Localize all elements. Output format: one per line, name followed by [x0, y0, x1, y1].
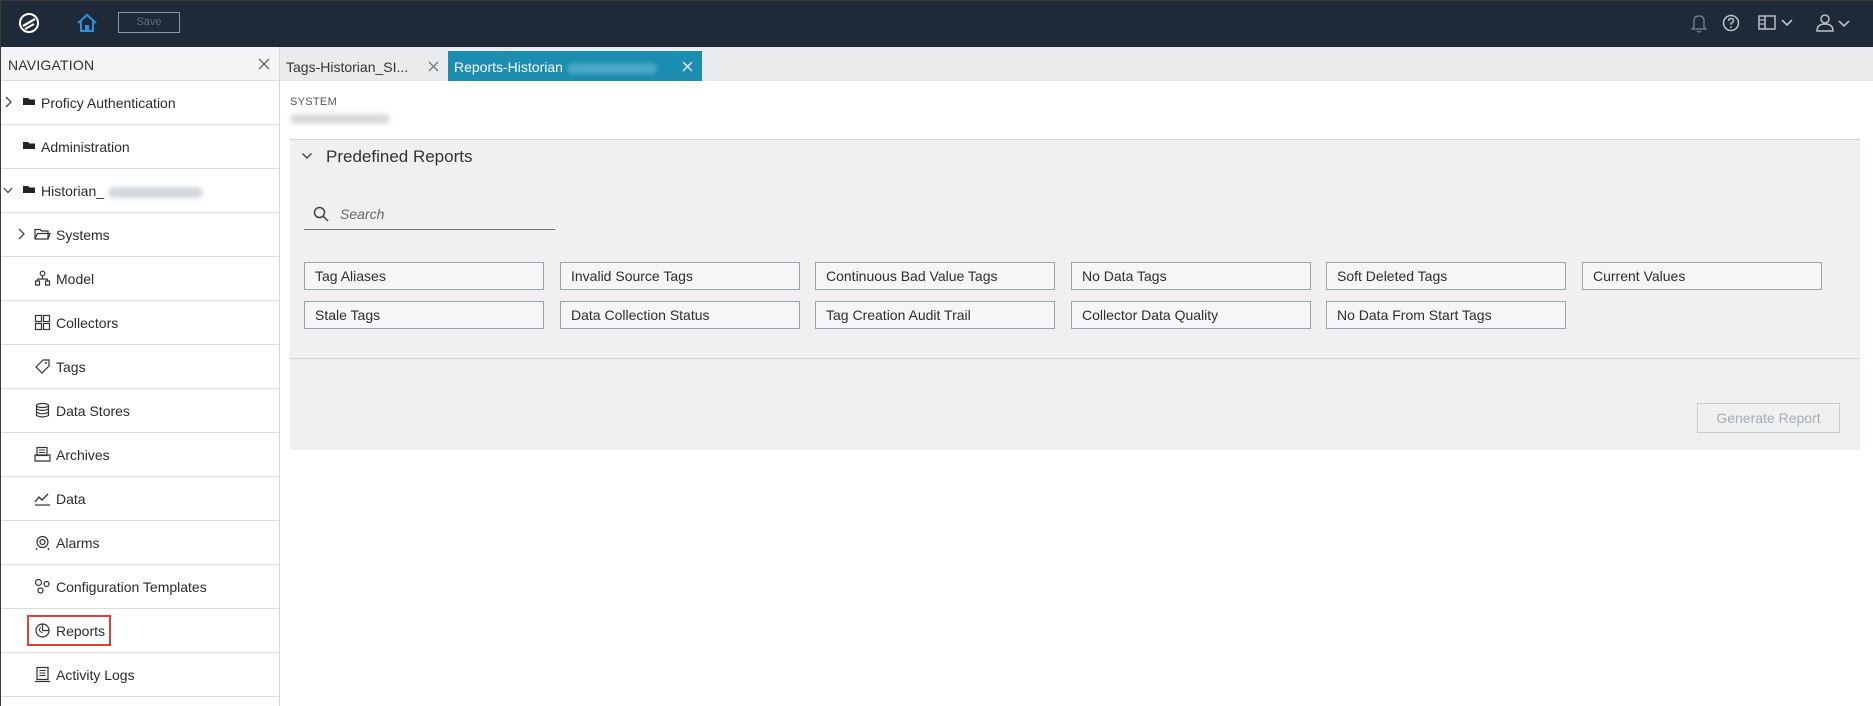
report-tag-aliases[interactable]: Tag Aliases [304, 262, 544, 290]
nav-item-collectors[interactable]: Collectors [1, 301, 279, 345]
nav-label: Activity Logs [56, 667, 135, 683]
nav-label: Historian_ [41, 183, 105, 199]
app-window: Save NAVIGATION Proficy Authentication A… [0, 0, 1873, 706]
main-content: SYSTEM Predefined Reports Tag Aliases In… [280, 81, 1873, 706]
bell-icon[interactable] [1691, 12, 1707, 34]
navigation-panel: NAVIGATION Proficy Authentication Admini… [1, 47, 280, 706]
close-icon[interactable] [257, 57, 271, 71]
nav-item-configuration-templates[interactable]: Configuration Templates [1, 565, 279, 609]
save-button[interactable]: Save [118, 12, 180, 33]
nav-label: Proficy Authentication [41, 95, 176, 111]
nav-item-alarms[interactable]: Alarms [1, 521, 279, 565]
database-icon [35, 402, 50, 418]
nav-label: Reports [56, 623, 106, 639]
generate-report-button[interactable]: Generate Report [1697, 403, 1840, 433]
panel-title: Predefined Reports [326, 147, 473, 166]
close-icon[interactable] [427, 60, 440, 73]
nav-item-reports[interactable]: Reports [1, 609, 279, 653]
log-icon [35, 666, 50, 683]
nav-label: Tags [56, 359, 86, 375]
tab-label: Tags-Historian_SI... [286, 59, 409, 75]
chevron-down-icon[interactable] [3, 183, 13, 197]
chevron-right-icon[interactable] [3, 95, 13, 109]
folder-open-icon [34, 228, 51, 240]
line-chart-icon [34, 493, 50, 506]
nav-item-activity-logs[interactable]: Activity Logs [1, 653, 279, 697]
report-continuous-bad-value-tags[interactable]: Continuous Bad Value Tags [815, 262, 1055, 290]
tab-reports-historian[interactable]: Reports-Historian [448, 51, 702, 81]
nav-item-archives[interactable]: Archives [1, 433, 279, 477]
report-current-values[interactable]: Current Values [1582, 262, 1822, 290]
folder-icon [23, 98, 35, 105]
nav-label: Alarms [56, 535, 100, 551]
config-icon [34, 578, 50, 594]
report-data-collection-status[interactable]: Data Collection Status [560, 301, 800, 329]
chevron-right-icon[interactable] [16, 227, 26, 241]
nav-item-tags[interactable]: Tags [1, 345, 279, 389]
nav-item-proficy-authentication[interactable]: Proficy Authentication [1, 81, 279, 125]
tab-label-wrap: Reports-Historian [454, 59, 657, 75]
redacted-name [566, 62, 657, 74]
report-invalid-source-tags[interactable]: Invalid Source Tags [560, 262, 800, 290]
nav-label: Model [56, 271, 95, 287]
nav-item-administration[interactable]: Administration [1, 125, 279, 169]
tab-bar: Tags-Historian_SI... Reports-Historian [280, 47, 1873, 81]
model-icon [34, 270, 51, 286]
report-collector-data-quality[interactable]: Collector Data Quality [1071, 301, 1311, 329]
navigation-header: NAVIGATION [1, 47, 279, 81]
folder-icon [23, 186, 35, 193]
report-no-data-from-start-tags[interactable]: No Data From Start Tags [1326, 301, 1566, 329]
nav-label-wrap: Historian_ [41, 183, 204, 199]
nav-label: Systems [56, 227, 110, 243]
app-logo-icon[interactable] [17, 11, 41, 35]
grid-icon [34, 314, 51, 331]
nav-label: Configuration Templates [56, 579, 207, 595]
report-soft-deleted-tags[interactable]: Soft Deleted Tags [1326, 262, 1566, 290]
panel-header[interactable]: Predefined Reports [290, 140, 1860, 172]
close-icon[interactable] [681, 60, 694, 73]
nav-label: Data [56, 491, 86, 507]
nav-item-model[interactable]: Model [1, 257, 279, 301]
folder-icon [23, 142, 35, 149]
panel-divider [290, 358, 1860, 359]
nav-label: Archives [56, 447, 110, 463]
predefined-reports-panel: Predefined Reports Tag Aliases Invalid S… [290, 139, 1860, 450]
search-icon [313, 206, 329, 222]
redacted-system-name [290, 114, 390, 124]
nav-item-data[interactable]: Data [1, 477, 279, 521]
tab-tags-historian[interactable]: Tags-Historian_SI... [280, 51, 448, 81]
nav-label: Data Stores [56, 403, 130, 419]
search-input[interactable] [340, 204, 540, 224]
nav-item-historian[interactable]: Historian_ [1, 169, 279, 213]
search-box [304, 196, 555, 230]
report-stale-tags[interactable]: Stale Tags [304, 301, 544, 329]
navigation-title: NAVIGATION [8, 57, 95, 73]
nav-label: Collectors [56, 315, 119, 331]
system-label: SYSTEM [290, 96, 338, 108]
nav-label: Administration [41, 139, 130, 155]
nav-item-data-stores[interactable]: Data Stores [1, 389, 279, 433]
report-tag-creation-audit-trail[interactable]: Tag Creation Audit Trail [815, 301, 1055, 329]
tab-label: Reports-Historian [454, 59, 563, 75]
pie-chart-icon [35, 623, 50, 638]
top-bar: Save [1, 1, 1873, 47]
redacted-name [108, 186, 204, 198]
archive-icon [34, 446, 51, 462]
help-icon[interactable] [1721, 12, 1741, 34]
home-icon[interactable] [76, 12, 98, 34]
chevron-down-icon[interactable] [301, 150, 313, 162]
report-no-data-tags[interactable]: No Data Tags [1071, 262, 1311, 290]
nav-item-systems[interactable]: Systems [1, 213, 279, 257]
alarm-icon [35, 535, 50, 551]
tag-icon [35, 359, 50, 374]
layout-icon[interactable] [1757, 12, 1799, 34]
user-icon[interactable] [1815, 12, 1855, 34]
